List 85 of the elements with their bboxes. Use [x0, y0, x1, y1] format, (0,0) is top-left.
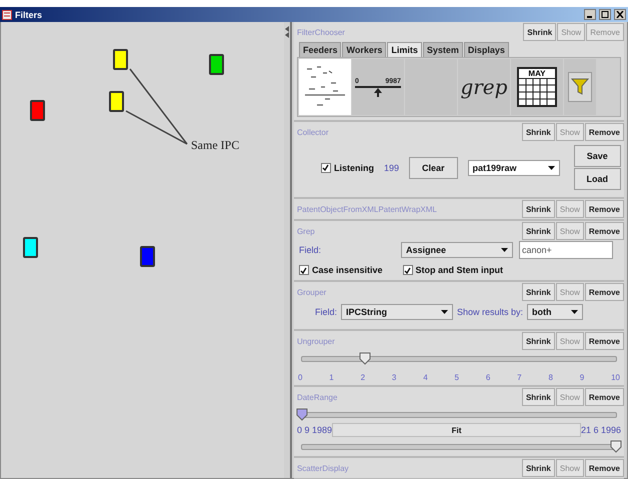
- checkbox[interactable]: Listening: [320, 162, 374, 172]
- tick-label: 2: [360, 373, 366, 382]
- caret-icon: [548, 166, 554, 170]
- caret-icon: [571, 310, 578, 314]
- tab[interactable]: Workers: [342, 42, 386, 57]
- maximize-button[interactable]: [599, 9, 611, 20]
- splitter-arrows-icon: [285, 26, 290, 38]
- tab[interactable]: System: [422, 42, 463, 57]
- maximize-icon: [601, 11, 609, 18]
- checkbox[interactable]: Case insensitive: [298, 265, 382, 275]
- show-results-dropdown[interactable]: both: [527, 304, 583, 320]
- panel-title: Grep: [296, 226, 316, 236]
- count-text: 199: [384, 162, 399, 172]
- field-dropdown[interactable]: Assignee: [400, 242, 513, 258]
- field-label: Field:: [298, 245, 322, 255]
- panel-shrink-button[interactable]: Shrink: [522, 200, 555, 218]
- tick-label: 8: [548, 373, 553, 382]
- checkbox[interactable]: Stop and Stem input: [402, 265, 503, 275]
- source-dropdown[interactable]: pat199raw: [468, 160, 560, 176]
- tab[interactable]: Limits: [387, 42, 422, 57]
- panel-title: Grouper: [296, 288, 328, 296]
- panel-title: Ungrouper: [296, 336, 336, 346]
- caret-icon: [500, 248, 508, 252]
- grep-text: grep: [460, 75, 508, 99]
- panel-title: PatentObjectFromXMLPatentWrapXML: [296, 204, 438, 214]
- annotation-text: Same IPC: [191, 138, 240, 153]
- app-icon: [2, 10, 12, 20]
- panel-remove-button[interactable]: Remove: [584, 283, 624, 301]
- filter-tile[interactable]: [404, 59, 457, 115]
- tick-label: 0: [298, 373, 302, 382]
- field-dropdown[interactable]: IPCString: [340, 304, 453, 320]
- fit-button[interactable]: Fit: [332, 423, 581, 437]
- minimize-button[interactable]: [584, 9, 596, 20]
- field-label: Field:: [314, 307, 337, 317]
- caret-icon: [440, 310, 448, 314]
- panel-title: Collector: [296, 128, 330, 136]
- tick-label: 4: [423, 373, 428, 382]
- panel-title: FilterChooser: [296, 28, 346, 36]
- tick-label: 3: [392, 373, 396, 382]
- panel-remove-button[interactable]: Remove: [584, 222, 624, 240]
- query-field[interactable]: canon+: [518, 241, 613, 259]
- start-date-text: 0 9 1989: [296, 425, 332, 435]
- tick-label: 7: [517, 373, 522, 382]
- slider-thumb[interactable]: [296, 408, 308, 421]
- range-arrow-icon: [354, 84, 401, 96]
- tick-label: 10: [611, 373, 620, 382]
- funnel-icon: [568, 72, 592, 102]
- panel-title: DateRange: [296, 392, 338, 402]
- close-button[interactable]: [614, 9, 626, 20]
- load-button[interactable]: Load: [574, 168, 621, 190]
- close-icon: [616, 11, 624, 18]
- tick-label: 6: [486, 373, 490, 382]
- filter-tile[interactable]: [298, 59, 351, 115]
- panel-shrink-button[interactable]: Shrink: [522, 388, 555, 406]
- checkmark-icon: [300, 266, 308, 274]
- tick-label: 5: [454, 373, 459, 382]
- panel-shrink-button[interactable]: Shrink: [522, 283, 555, 301]
- panel-shrink-button[interactable]: Shrink: [522, 332, 555, 350]
- checkmark-icon: [404, 266, 411, 274]
- show-results-label: Show results by:: [456, 307, 523, 317]
- panel-remove-button[interactable]: Remove: [584, 388, 624, 406]
- end-date-text: 21 6 1996: [580, 425, 621, 435]
- tab[interactable]: Displays: [464, 42, 509, 57]
- filter-tile[interactable]: [564, 59, 596, 115]
- panel-remove-button[interactable]: Remove: [584, 332, 624, 350]
- calendar-icon: MAY: [516, 67, 557, 107]
- filter-tile[interactable]: grep: [458, 59, 510, 115]
- panel-shrink-button[interactable]: Shrink: [522, 222, 555, 240]
- filter-tile[interactable]: MAY: [510, 59, 563, 115]
- slider-thumb[interactable]: [358, 352, 371, 365]
- clear-button[interactable]: Clear: [408, 156, 458, 178]
- tab[interactable]: Feeders: [298, 42, 342, 57]
- tick-label: 1: [329, 373, 334, 382]
- checkmark-icon: [322, 164, 330, 171]
- save-button[interactable]: Save: [574, 145, 621, 167]
- panel-shrink-button[interactable]: Shrink: [523, 23, 556, 41]
- window-title: Filters: [15, 10, 42, 20]
- panel-shrink-button[interactable]: Shrink: [522, 123, 555, 141]
- panel-remove-button[interactable]: Remove: [584, 200, 624, 218]
- slider-thumb[interactable]: [610, 440, 622, 453]
- panel-title: ScatterDisplay: [296, 464, 350, 472]
- panel-remove-button[interactable]: Remove: [584, 459, 624, 477]
- panel-shrink-button[interactable]: Shrink: [522, 459, 555, 477]
- tick-label: 9: [580, 373, 584, 382]
- panel-remove-button[interactable]: Remove: [584, 123, 624, 141]
